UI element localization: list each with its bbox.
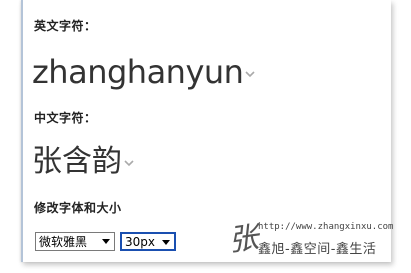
english-sample-text: zhanghanyun	[32, 52, 256, 92]
watermark-url: http://www.zhangxinxu.com	[258, 222, 394, 232]
watermark-logo-char: 张	[226, 220, 261, 259]
font-family-select-value: 微软雅黑	[39, 235, 88, 249]
chevron-down-icon	[245, 71, 256, 78]
dropdown-caret-icon	[102, 239, 110, 244]
watermark-slogan: 鑫旭-鑫空间-鑫生活	[258, 242, 377, 257]
font-family-select[interactable]: 微软雅黑	[35, 232, 115, 251]
font-size-select[interactable]: 30px	[120, 232, 176, 251]
english-chars-label: 英文字符：	[34, 19, 97, 33]
change-font-label: 修改字体和大小	[34, 201, 122, 215]
font-size-select-value: 30px	[125, 235, 155, 249]
chevron-down-icon	[124, 159, 134, 166]
english-sample-value: zhanghanyun	[32, 53, 244, 91]
chinese-sample-value: 张含韵	[32, 144, 122, 179]
chinese-sample-text: 张含韵	[32, 142, 134, 182]
dropdown-caret-icon	[162, 240, 170, 245]
chinese-chars-label: 中文字符：	[34, 111, 97, 125]
